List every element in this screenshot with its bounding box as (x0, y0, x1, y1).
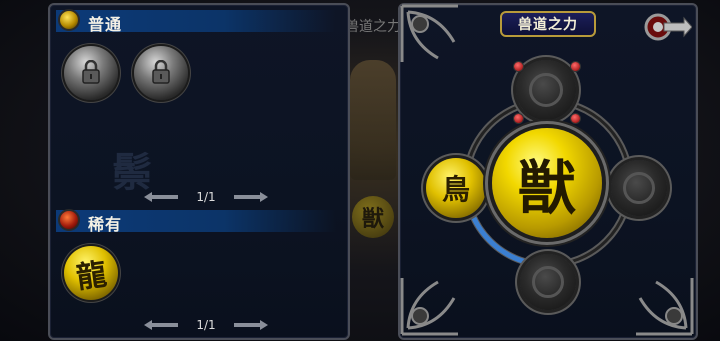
section-label-rare: 稀有 (88, 215, 123, 234)
slot-top[interactable] (516, 60, 576, 120)
empty-slot-ring (529, 73, 563, 107)
padlock-icon (82, 60, 100, 84)
arrow-right-icon (234, 320, 268, 330)
beast-statue-image (350, 60, 396, 180)
arrow-right-icon (234, 192, 268, 202)
padlock-icon (152, 60, 170, 84)
page-indicator: 1/1 (196, 318, 216, 332)
dragon-glyph: 龍 (74, 257, 109, 296)
background-emblem: 獣 (352, 196, 394, 238)
gold-gem-icon (58, 9, 80, 31)
slot-bottom[interactable] (520, 254, 576, 310)
slot-right[interactable] (611, 160, 667, 216)
locked-slot-1[interactable] (64, 46, 118, 100)
empty-slot-ring (623, 172, 655, 204)
section-label-common: 普通 (88, 15, 123, 34)
background-title: 兽道之力 (345, 19, 401, 35)
red-stud-icon (571, 114, 580, 123)
beast-glyph: 獣 (517, 154, 576, 222)
empty-slot-ring (532, 266, 564, 298)
next-page-button[interactable] (234, 192, 268, 202)
red-stud-icon (571, 62, 580, 71)
section-header-rare: 稀有 (56, 209, 336, 234)
section-header-common: 普通 (56, 9, 336, 34)
next-page-button[interactable] (234, 320, 268, 330)
locked-slot-2[interactable] (134, 46, 188, 100)
bird-glyph: 鳥 (441, 173, 470, 206)
prev-page-button[interactable] (144, 192, 178, 202)
ornament-corner-icon (400, 4, 458, 62)
red-stud-icon (514, 114, 523, 123)
page-indicator: 1/1 (196, 190, 216, 204)
red-stud-icon (514, 62, 523, 71)
back-arrow-icon[interactable] (644, 10, 692, 44)
panel-title: 兽道之力 (500, 11, 596, 37)
arrow-left-icon (144, 192, 178, 202)
pager-common: 1/1 (144, 188, 268, 206)
red-gem-icon (58, 209, 80, 231)
pager-rare: 1/1 (144, 316, 268, 334)
arrow-left-icon (144, 320, 178, 330)
rare-beast-orb[interactable]: 龍 (64, 246, 118, 300)
prev-page-button[interactable] (144, 320, 178, 330)
beast-core-orb[interactable]: 獣 (492, 128, 602, 238)
equipped-bird-orb[interactable]: 鳥 (426, 158, 486, 218)
